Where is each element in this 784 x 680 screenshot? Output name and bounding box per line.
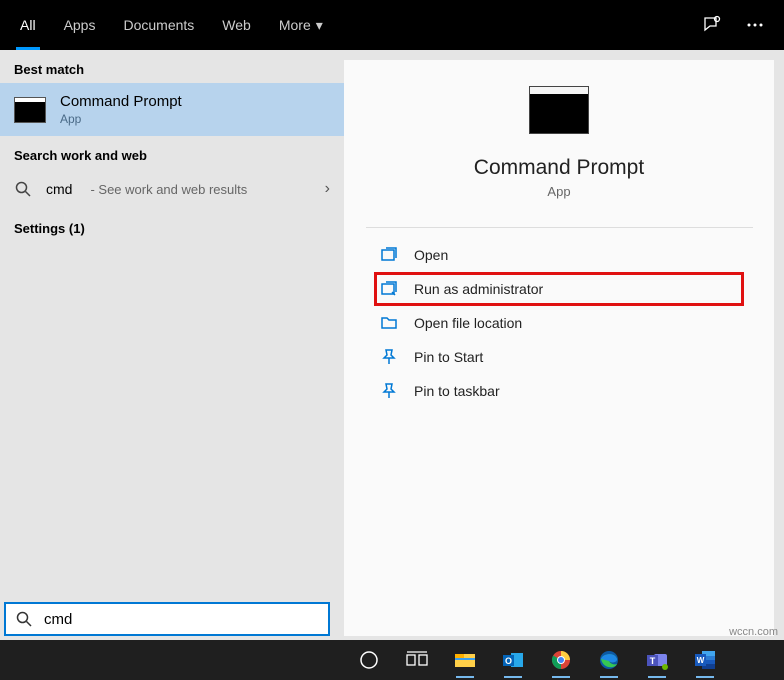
edge-icon[interactable] xyxy=(590,641,628,679)
svg-text:W: W xyxy=(697,656,705,665)
open-icon xyxy=(380,246,398,264)
preview-title: Command Prompt xyxy=(474,156,644,180)
tab-documents[interactable]: Documents xyxy=(109,0,208,50)
action-open-file-location[interactable]: Open file location xyxy=(374,306,744,340)
web-result-cmd[interactable]: cmd - See work and web results › xyxy=(0,169,344,209)
feedback-icon[interactable] xyxy=(702,15,722,35)
search-icon xyxy=(14,181,32,197)
svg-text:T: T xyxy=(650,656,656,666)
search-input[interactable] xyxy=(44,611,318,628)
command-prompt-icon xyxy=(529,86,589,134)
section-best-match: Best match xyxy=(0,50,344,83)
action-pin-to-taskbar[interactable]: Pin to taskbar xyxy=(374,374,744,408)
admin-icon xyxy=(380,280,398,298)
tab-web[interactable]: Web xyxy=(208,0,265,50)
more-options-icon[interactable] xyxy=(746,16,764,34)
svg-text:O: O xyxy=(505,656,512,666)
chevron-right-icon: › xyxy=(325,180,330,198)
result-title: Command Prompt xyxy=(60,93,182,110)
preview-panel: Command Prompt App Open Run as administr… xyxy=(344,60,774,636)
pin-icon xyxy=(380,382,398,400)
preview-subtitle: App xyxy=(547,184,570,199)
action-run-as-administrator[interactable]: Run as administrator xyxy=(374,272,744,306)
action-pin-to-start[interactable]: Pin to Start xyxy=(374,340,744,374)
watermark: wccn.com xyxy=(729,626,778,638)
section-settings: Settings (1) xyxy=(0,209,344,242)
command-prompt-icon xyxy=(14,97,46,123)
pin-icon xyxy=(380,348,398,366)
result-command-prompt[interactable]: Command Prompt App xyxy=(0,83,344,136)
tab-more[interactable]: More▾ xyxy=(265,0,337,50)
chevron-down-icon: ▾ xyxy=(316,17,323,34)
search-icon xyxy=(16,611,32,627)
word-icon[interactable]: W xyxy=(686,641,724,679)
search-tabs-bar: All Apps Documents Web More▾ xyxy=(0,0,784,50)
action-open[interactable]: Open xyxy=(374,238,744,272)
tab-all[interactable]: All xyxy=(6,0,50,50)
search-box[interactable] xyxy=(4,602,330,636)
section-search-web: Search work and web xyxy=(0,136,344,169)
tab-apps[interactable]: Apps xyxy=(50,0,110,50)
chrome-icon[interactable] xyxy=(542,641,580,679)
folder-icon xyxy=(380,314,398,332)
taskbar: O T W xyxy=(0,640,784,680)
results-panel: Best match Command Prompt App Search wor… xyxy=(0,50,344,636)
task-view-icon[interactable] xyxy=(398,641,436,679)
cortana-icon[interactable] xyxy=(350,641,388,679)
file-explorer-icon[interactable] xyxy=(446,641,484,679)
outlook-icon[interactable]: O xyxy=(494,641,532,679)
teams-icon[interactable]: T xyxy=(638,641,676,679)
result-subtitle: App xyxy=(60,112,182,126)
